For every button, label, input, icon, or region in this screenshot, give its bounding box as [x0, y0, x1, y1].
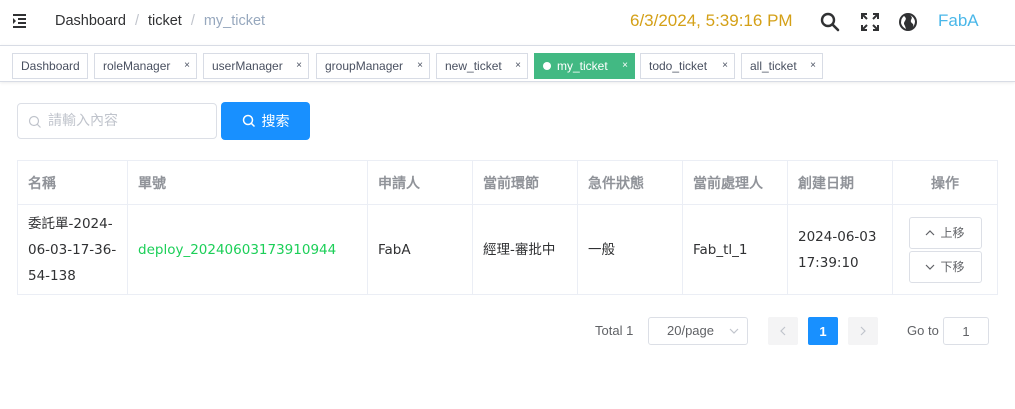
- breadcrumb: Dashboard / ticket / my_ticket: [55, 13, 265, 29]
- cell-handler: Fab_tl_1: [683, 205, 788, 295]
- search-button[interactable]: 搜索: [221, 102, 310, 140]
- cell-stage: 經理-審批中: [473, 205, 578, 295]
- tag-label: Dashboard: [21, 59, 80, 73]
- tag-new-ticket[interactable]: new_ticket ×: [436, 53, 528, 79]
- close-icon[interactable]: ×: [417, 54, 423, 78]
- chevron-left-icon: [780, 326, 786, 336]
- globe-icon[interactable]: [898, 12, 918, 32]
- ticket-table: 名稱 單號 申請人 當前環節 急件狀態 當前處理人 創建日期 操作 委託單-20…: [17, 160, 998, 295]
- search-icon: [28, 115, 41, 128]
- move-down-label: 下移: [940, 259, 965, 274]
- chevron-up-icon: [926, 229, 935, 235]
- username[interactable]: FabA: [938, 11, 979, 31]
- page-size-value: 20/page: [667, 323, 714, 338]
- chevron-down-icon: [729, 328, 739, 334]
- close-icon[interactable]: ×: [184, 54, 190, 78]
- goto-page-input[interactable]: [943, 317, 989, 345]
- page-number-current[interactable]: 1: [808, 317, 838, 345]
- search-input[interactable]: [48, 104, 208, 138]
- cell-applicant: FabA: [368, 205, 473, 295]
- breadcrumb-dashboard[interactable]: Dashboard: [55, 13, 126, 29]
- fullscreen-icon[interactable]: [860, 12, 880, 32]
- close-icon[interactable]: ×: [515, 54, 521, 78]
- header-created: 創建日期: [788, 161, 893, 205]
- tag-label: roleManager: [103, 59, 171, 73]
- tag-label: userManager: [212, 59, 283, 73]
- cell-urgency: 一般: [578, 205, 683, 295]
- cell-created: 2024-06-03 17:39:10: [788, 205, 893, 295]
- prev-page-button[interactable]: [768, 317, 798, 345]
- header-handler: 當前處理人: [683, 161, 788, 205]
- tag-usermanager[interactable]: userManager ×: [203, 53, 309, 79]
- chevron-right-icon: [860, 326, 866, 336]
- next-page-button[interactable]: [848, 317, 878, 345]
- search-button-label: 搜索: [261, 114, 290, 130]
- search-icon: [242, 114, 255, 128]
- breadcrumb-separator: /: [190, 13, 195, 29]
- tag-label: my_ticket: [557, 59, 608, 73]
- tag-groupmanager[interactable]: groupManager ×: [316, 53, 430, 79]
- search-field[interactable]: [17, 103, 217, 139]
- chevron-down-icon: [926, 264, 935, 270]
- page-size-select[interactable]: 20/page: [648, 317, 748, 345]
- tag-all-ticket[interactable]: all_ticket ×: [741, 53, 823, 79]
- tag-my-ticket[interactable]: my_ticket ×: [534, 53, 635, 79]
- header-applicant: 申請人: [368, 161, 473, 205]
- header-ticket-no: 單號: [128, 161, 368, 205]
- header-stage: 當前環節: [473, 161, 578, 205]
- tag-label: groupManager: [325, 59, 404, 73]
- pagination-total: Total 1: [595, 323, 634, 338]
- tag-dashboard[interactable]: Dashboard: [12, 53, 88, 79]
- hamburger-icon[interactable]: [13, 13, 31, 29]
- tag-label: new_ticket: [445, 59, 502, 73]
- header-name: 名稱: [18, 161, 128, 205]
- breadcrumb-ticket[interactable]: ticket: [148, 13, 182, 29]
- tag-label: todo_ticket: [649, 59, 708, 73]
- move-down-button[interactable]: 下移: [908, 250, 982, 283]
- header-urgency: 急件狀態: [578, 161, 683, 205]
- breadcrumb-current: my_ticket: [203, 13, 266, 29]
- tags-view: Dashboard roleManager × userManager × gr…: [0, 45, 1015, 82]
- search-icon[interactable]: [820, 12, 840, 32]
- ticket-link[interactable]: deploy_20240603173910944: [138, 237, 336, 263]
- cell-actions: 上移 下移: [893, 205, 998, 295]
- header-actions: 操作: [893, 161, 998, 205]
- move-up-label: 上移: [940, 225, 965, 240]
- tag-rolemanager[interactable]: roleManager ×: [94, 53, 197, 79]
- navbar: Dashboard / ticket / my_ticket 6/3/2024,…: [0, 0, 1015, 44]
- close-icon[interactable]: ×: [296, 54, 302, 78]
- breadcrumb-separator: /: [134, 13, 139, 29]
- tag-todo-ticket[interactable]: todo_ticket ×: [640, 53, 735, 79]
- close-icon[interactable]: ×: [810, 54, 816, 78]
- move-up-button[interactable]: 上移: [908, 216, 982, 249]
- tag-label: all_ticket: [750, 59, 797, 73]
- table-header-row: 名稱 單號 申請人 當前環節 急件狀態 當前處理人 創建日期 操作: [18, 161, 998, 205]
- active-dot-icon: [543, 62, 551, 70]
- cell-ticket-no: deploy_20240603173910944: [128, 205, 368, 295]
- goto-label: Go to: [907, 323, 939, 338]
- current-datetime: 6/3/2024, 5:39:16 PM: [630, 11, 793, 30]
- close-icon[interactable]: ×: [622, 54, 628, 78]
- cell-name: 委託單-2024-06-03-17-36-54-138: [18, 205, 128, 295]
- table-row: 委託單-2024-06-03-17-36-54-138 deploy_20240…: [18, 205, 998, 295]
- close-icon[interactable]: ×: [722, 54, 728, 78]
